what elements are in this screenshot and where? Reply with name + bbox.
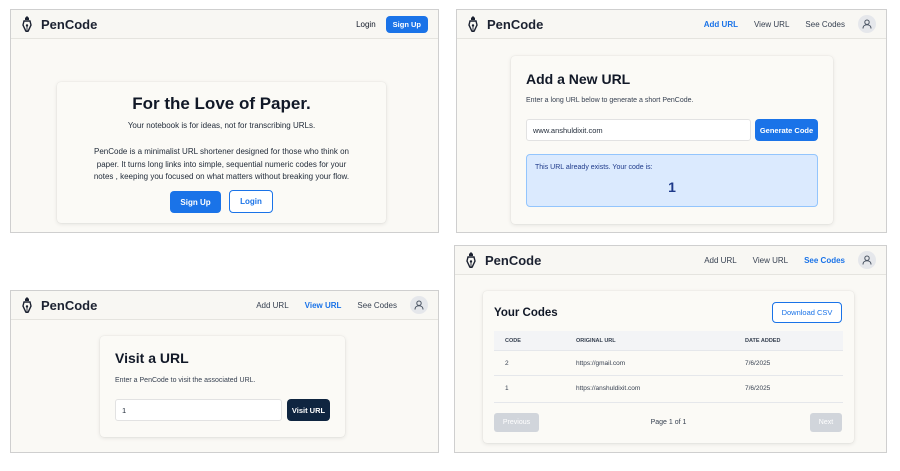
hero-description: PenCode is a minimalist URL shortener de… [57,146,386,184]
user-icon [862,19,872,29]
nav-add-url-link[interactable]: Add URL [704,256,736,265]
visit-url-button[interactable]: Visit URL [287,399,330,421]
visit-url-instruction: Enter a PenCode to visit the associated … [115,377,256,384]
navbar: PenCode Add URL View URL See Codes [455,246,886,275]
navbar: PenCode Add URL View URL See Codes [11,291,438,320]
add-url-panel: PenCode Add URL View URL See Codes Add a… [456,9,887,233]
landing-panel: PenCode Login Sign Up For the Love of Pa… [10,9,439,233]
brand[interactable]: PenCode [21,297,97,313]
avatar[interactable] [858,251,876,269]
header-code: CODE [505,338,521,344]
nav-view-url-link[interactable]: View URL [753,256,788,265]
hero-title: For the Love of Paper. [132,94,311,113]
table-row: 1 https://anshuldixit.com 7/6/2025 [494,376,843,403]
cell-code: 1 [505,385,509,392]
nav-signup-button[interactable]: Sign Up [385,15,428,33]
pen-nib-logo-icon [468,16,478,32]
nav-see-codes-link[interactable]: See Codes [357,301,397,310]
alert-message: This URL already exists. Your code is: [535,164,653,171]
existing-url-alert: This URL already exists. Your code is: 1 [526,154,818,207]
nav-see-codes-link[interactable]: See Codes [805,20,845,29]
nav-add-url-link[interactable]: Add URL [704,20,738,29]
hero-subtitle: Your notebook is for ideas, not for tran… [127,121,316,130]
brand-name: PenCode [41,297,98,313]
add-url-instruction: Enter a long URL below to generate a sho… [526,97,694,104]
nav-add-url-link[interactable]: Add URL [256,301,288,310]
header-original-url: ORIGINAL URL [576,338,616,344]
page-info: Page 1 of 1 [650,419,687,426]
table-row: 2 https://gmail.com 7/6/2025 [494,351,843,376]
codes-table: CODE ORIGINAL URL DATE ADDED 2 https://g… [494,331,843,404]
url-input[interactable]: www.anshuldixit.com [526,119,751,141]
codes-title: Your Codes [494,307,558,319]
nav-view-url-link[interactable]: View URL [305,301,342,310]
url-input-value: www.anshuldixit.com [533,125,603,135]
user-icon [862,255,872,265]
hero-card: For the Love of Paper. Your notebook is … [57,82,386,223]
nav-login-link[interactable]: Login [356,20,376,29]
brand[interactable]: PenCode [21,16,97,32]
visit-url-title: Visit a URL [115,350,189,366]
brand-name: PenCode [41,16,98,32]
description-line: paper. It turns long links into simple, … [96,159,347,169]
next-button[interactable]: Next [810,413,842,432]
nav-see-codes-link[interactable]: See Codes [804,256,845,265]
generate-code-button[interactable]: Generate Code [755,119,818,141]
pen-nib-logo-icon [22,297,32,313]
cell-url: https://gmail.com [576,360,626,367]
download-csv-button[interactable]: Download CSV [772,302,842,323]
avatar[interactable] [410,296,428,314]
pencode-input[interactable]: 1 [115,399,282,421]
cell-url: https://anshuldixit.com [576,385,641,392]
hero-login-button[interactable]: Login [229,190,273,213]
pen-nib-logo-icon [466,252,476,268]
codes-panel: PenCode Add URL View URL See Codes Your … [454,245,887,453]
pencode-input-value: 1 [122,405,127,415]
cell-date: 7/6/2025 [745,385,771,392]
visit-url-panel: PenCode Add URL View URL See Codes Visit… [10,290,439,453]
navbar: PenCode Login Sign Up [11,10,438,39]
brand-name: PenCode [487,16,544,32]
brand[interactable]: PenCode [465,252,541,268]
hero-signup-button[interactable]: Sign Up [170,191,221,213]
alert-code: 1 [668,179,676,195]
description-line: PenCode is a minimalist URL shortener de… [94,147,349,156]
cell-code: 2 [505,360,509,367]
brand-name: PenCode [485,252,542,268]
user-icon [414,300,424,310]
table-header: CODE ORIGINAL URL DATE ADDED [494,331,843,351]
pen-nib-logo-icon [22,16,32,32]
codes-card: Your Codes Download CSV CODE ORIGINAL UR… [483,291,854,443]
header-date-added: DATE ADDED [745,338,781,344]
navbar: PenCode Add URL View URL See Codes [457,10,886,39]
cell-date: 7/6/2025 [745,360,771,367]
description-line: notes , keeping you focused on what matt… [93,172,350,181]
add-url-title: Add a New URL [526,71,631,87]
visit-url-card: Visit a URL Enter a PenCode to visit the… [100,336,345,437]
add-url-card: Add a New URL Enter a long URL below to … [511,56,833,224]
avatar[interactable] [858,15,876,33]
nav-view-url-link[interactable]: View URL [754,20,789,29]
brand[interactable]: PenCode [467,16,543,32]
